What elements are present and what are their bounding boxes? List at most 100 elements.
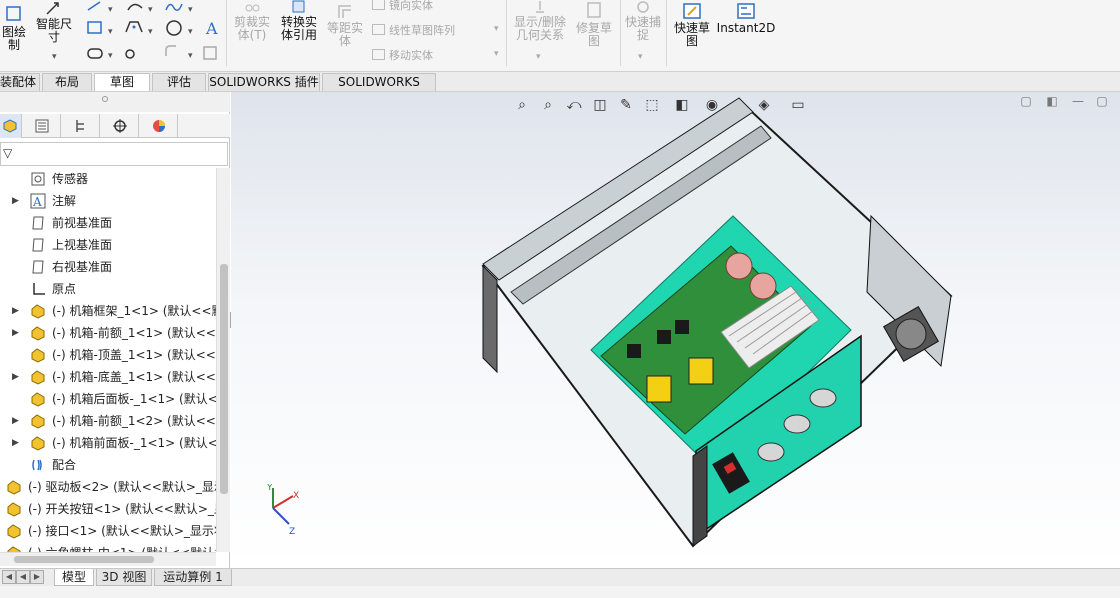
tree-item[interactable]: 右视基准面 (0, 256, 216, 278)
expand-arrow-icon[interactable]: ▶ (12, 366, 19, 388)
minimize-view-icon[interactable]: — (1069, 92, 1087, 110)
tab-model[interactable]: 模型 (54, 569, 94, 586)
first-tab-icon[interactable]: ◀ (2, 570, 16, 584)
instant2d-icon (737, 3, 755, 19)
offset-icon (338, 5, 351, 18)
rectangle-icon (87, 21, 102, 34)
triad-x-label: X (293, 491, 299, 501)
tree-item[interactable]: (-) 驱动板<2> (默认<<默认>_显示状态 1>) (0, 476, 216, 498)
tree-item[interactable]: 原点 (0, 278, 216, 300)
tree-item-label: 前视基准面 (52, 216, 113, 230)
tab-layout[interactable]: 布局 (42, 73, 92, 91)
tree-item[interactable]: (-) 机箱后面板-_1<1> (默认<<默认>_显示状态 1>) (0, 388, 216, 410)
chevron-down-icon[interactable]: ▾ (52, 52, 57, 62)
rapid-sketch-button[interactable]: 快速草 图 (670, 2, 714, 48)
configuration-manager-tab[interactable] (62, 114, 100, 138)
dimxpert-manager-tab[interactable] (101, 114, 139, 138)
convert-entities-label: 转换实 体引用 (280, 15, 317, 42)
graphics-viewport[interactable]: ⌕ ⌕ ⤺ ◫ ✎ ⬚ ◧ ◉ ● ◈ ▭ ▢ ◧ — ▢ (231, 92, 1120, 568)
tree-item[interactable]: ▶ (-) 机箱-前额_1<2> (默认<<默认>_显示状态 1>) (0, 410, 216, 432)
display-manager-tab[interactable] (140, 114, 178, 138)
tree-item[interactable]: ▶ A 注解 (0, 190, 216, 212)
chevron-down-icon[interactable]: ▾ (536, 52, 541, 62)
plane-icon (30, 259, 46, 275)
reference-triad: X Y Z (266, 484, 299, 536)
sensor-icon (30, 171, 46, 187)
tab-solidworks-addins[interactable]: SOLIDWORKS 插件 (208, 73, 320, 91)
tree-item-label: (-) 开关按钮<1> (默认<<默认>_显示状态 1>) (28, 502, 216, 516)
feature-manager-tab[interactable] (0, 114, 22, 138)
tab-assembly[interactable]: 装配体 (0, 73, 40, 91)
part-icon (30, 435, 46, 451)
tree-horizontal-scrollbar[interactable] (0, 552, 216, 566)
show-delete-relations-button[interactable]: 显示/删除 几何关系 (508, 0, 572, 42)
tree-item[interactable]: ▶ (-) 机箱-底盖_1<1> (默认<<默认>_显示状态 1>) (0, 366, 216, 388)
chassis-3d-model[interactable] (471, 96, 961, 556)
tab-sketch[interactable]: 草图 (94, 73, 150, 91)
expand-arrow-icon[interactable]: ▶ (12, 432, 19, 454)
tree-item[interactable]: (-) 接口<1> (默认<<默认>_显示状态 1>) (0, 520, 216, 542)
move-entities-button[interactable]: 移动实体 (372, 47, 433, 63)
tree-item-label: (-) 机箱-底盖_1<1> (默认<<默认>_显示状态 1>) (52, 370, 216, 384)
expand-arrow-icon[interactable]: ▶ (12, 322, 19, 344)
scroll-thumb[interactable] (220, 264, 228, 494)
expand-arrow-icon[interactable]: ▶ (12, 300, 19, 322)
tree-item[interactable]: 传感器 (0, 168, 216, 190)
quick-snaps-button[interactable]: 快速捕 捉 (622, 0, 664, 42)
chevron-down-icon[interactable]: ▾ (494, 49, 499, 59)
offset-entities-button[interactable]: 等距实 体 (322, 0, 368, 48)
tree-item[interactable]: (-) 开关按钮<1> (默认<<默认>_显示状态 1>) (0, 498, 216, 520)
tree-item[interactable]: (-) 六角螺柱-内<1> (默认<<默认>_显示状态 1>) (0, 542, 216, 552)
instant2d-button[interactable]: Instant2D (716, 2, 776, 35)
trim-entities-button[interactable]: 剪裁实 体(T) (230, 0, 274, 42)
tree-item[interactable]: (-) 机箱-顶盖_1<1> (默认<<默认>_显示状态 1>) (0, 344, 216, 366)
mirror-entities-button[interactable]: 镜向实体 (372, 0, 433, 13)
tree-item[interactable]: ▶ (-) 机箱-前额_1<1> (默认<<默认>_显示状态 1>) (0, 322, 216, 344)
instant2d-label: Instant2D (716, 21, 776, 35)
sketch-drawing-button[interactable]: 图绘 制 (0, 4, 34, 52)
annotation-icon: A (30, 193, 46, 209)
repair-sketch-button[interactable]: 修复草 图 (572, 0, 616, 48)
tab-3d-views[interactable]: 3D 视图 (96, 569, 152, 586)
tree-item[interactable]: ▶ (-) 机箱框架_1<1> (默认<<默认>_显示状态 1>) (0, 300, 216, 322)
tree-item[interactable]: ▶ (-) 机箱前面板-_1<1> (默认<<默认>_显示状态 1>) (0, 432, 216, 454)
linear-pattern-button[interactable]: 线性草图阵列 (372, 22, 455, 38)
tree-item-label: (-) 机箱-前额_1<2> (默认<<默认>_显示状态 1>) (52, 414, 216, 428)
tab-solidworks-mbd[interactable]: SOLIDWORKS MBD (322, 73, 436, 106)
linear-pattern-label: 线性草图阵列 (389, 24, 455, 37)
ribbon-separator (226, 0, 227, 66)
next-tab-icon[interactable]: ▶ (30, 570, 44, 584)
maximize-view-icon[interactable]: ▢ (1093, 92, 1111, 110)
chevron-down-icon[interactable]: ▾ (638, 52, 643, 62)
property-manager-tab[interactable] (23, 114, 61, 138)
tree-item[interactable]: 配合 (0, 454, 216, 476)
restore-view-icon[interactable]: ▢ (1017, 92, 1035, 110)
tree-item-label: (-) 六角螺柱-内<1> (默认<<默认>_显示状态 1>) (28, 542, 216, 552)
tile-view-icon[interactable]: ◧ (1043, 92, 1061, 110)
snap-icon (637, 1, 649, 13)
convert-entities-button[interactable]: 转换实 体引用 (276, 0, 322, 42)
tree-item-label: (-) 机箱-前额_1<1> (默认<<默认>_显示状态 1>) (52, 326, 216, 340)
expand-arrow-icon[interactable]: ▶ (12, 190, 19, 212)
filter-input[interactable]: ▽ (0, 142, 228, 166)
tree-vertical-scrollbar[interactable] (216, 168, 230, 552)
expand-arrow-icon[interactable]: ▶ (12, 410, 19, 432)
feature-manager-panel: › ▽ 传感器 ▶ A 注解前视基准面上视基准面右视基准面原点 ▶ (-) 机箱框架_1<… (0, 92, 230, 568)
relations-icon (536, 1, 544, 13)
chevron-down-icon[interactable]: ▾ (494, 24, 499, 34)
dimension-icon (46, 2, 59, 15)
manager-tabs: › (0, 114, 230, 155)
tab-evaluate[interactable]: 评估 (152, 73, 206, 91)
tab-motion-study[interactable]: 运动算例 1 (154, 569, 232, 586)
prev-tab-icon[interactable]: ◀ (16, 570, 30, 584)
command-manager-tabs: 装配体 布局 草图 评估 SOLIDWORKS 插件 SOLIDWORKS MB… (0, 72, 1120, 106)
svg-text:▾: ▾ (108, 51, 113, 61)
tree-item[interactable]: 前视基准面 (0, 212, 216, 234)
mates-icon (30, 457, 46, 473)
polygon-icon (125, 21, 143, 33)
smart-dimension-button[interactable]: 智能尺 寸 (32, 0, 76, 44)
scroll-thumb[interactable] (14, 556, 154, 563)
tree-item[interactable]: 上视基准面 (0, 234, 216, 256)
part-icon (30, 325, 46, 341)
panel-grip[interactable] (0, 92, 230, 112)
